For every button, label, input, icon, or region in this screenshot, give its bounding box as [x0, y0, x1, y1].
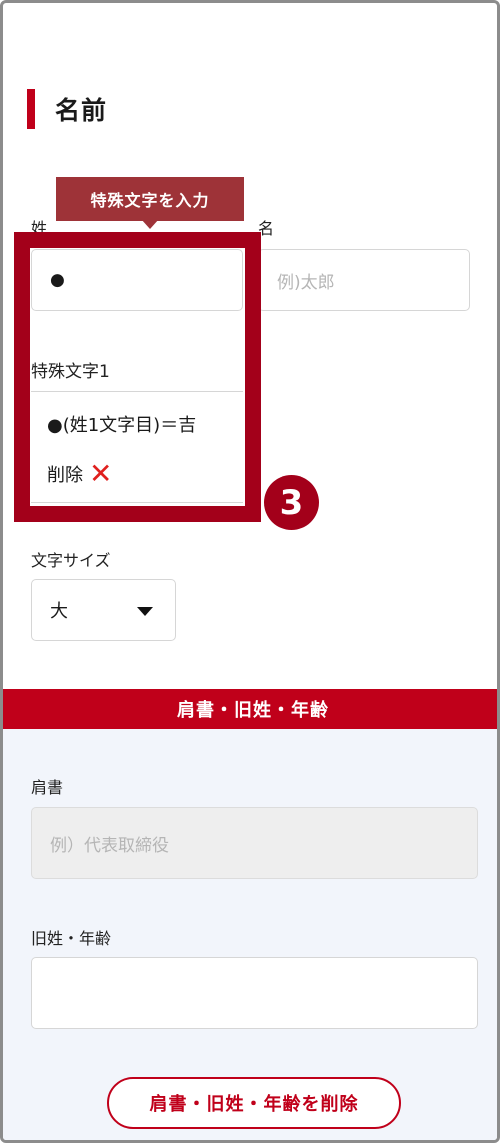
first-name-input[interactable]: 例)太郎 — [258, 249, 470, 311]
delete-title-section-button[interactable]: 肩書・旧姓・年齢を削除 — [107, 1077, 401, 1129]
name-section-heading: 名前 — [27, 89, 107, 129]
highlight-box — [14, 232, 261, 522]
section-title: 名前 — [55, 96, 108, 125]
maiden-age-label: 旧姓・年齢 — [31, 929, 112, 948]
step-number-badge: 3 — [264, 475, 319, 530]
font-size-value: 大 — [50, 601, 68, 622]
job-title-placeholder: 例）代表取締役 — [50, 835, 169, 856]
special-char-tooltip: 特殊文字を入力 — [56, 177, 244, 221]
caret-down-icon — [137, 607, 153, 616]
heading-accent-bar — [27, 89, 35, 129]
title-section-band: 肩書・旧姓・年齢 — [3, 689, 497, 729]
maiden-age-input[interactable] — [31, 957, 478, 1029]
tooltip-arrow — [141, 219, 159, 229]
phone-frame: 名前 特殊文字を入力 姓 名 ● 例)太郎 特殊文字1 ●(姓1文字目)＝吉 削… — [0, 0, 500, 1143]
job-title-input[interactable]: 例）代表取締役 — [31, 807, 478, 879]
font-size-label: 文字サイズ — [31, 551, 111, 570]
font-size-select[interactable]: 大 — [31, 579, 176, 641]
first-name-placeholder: 例)太郎 — [277, 272, 335, 293]
job-title-label: 肩書 — [31, 778, 64, 797]
